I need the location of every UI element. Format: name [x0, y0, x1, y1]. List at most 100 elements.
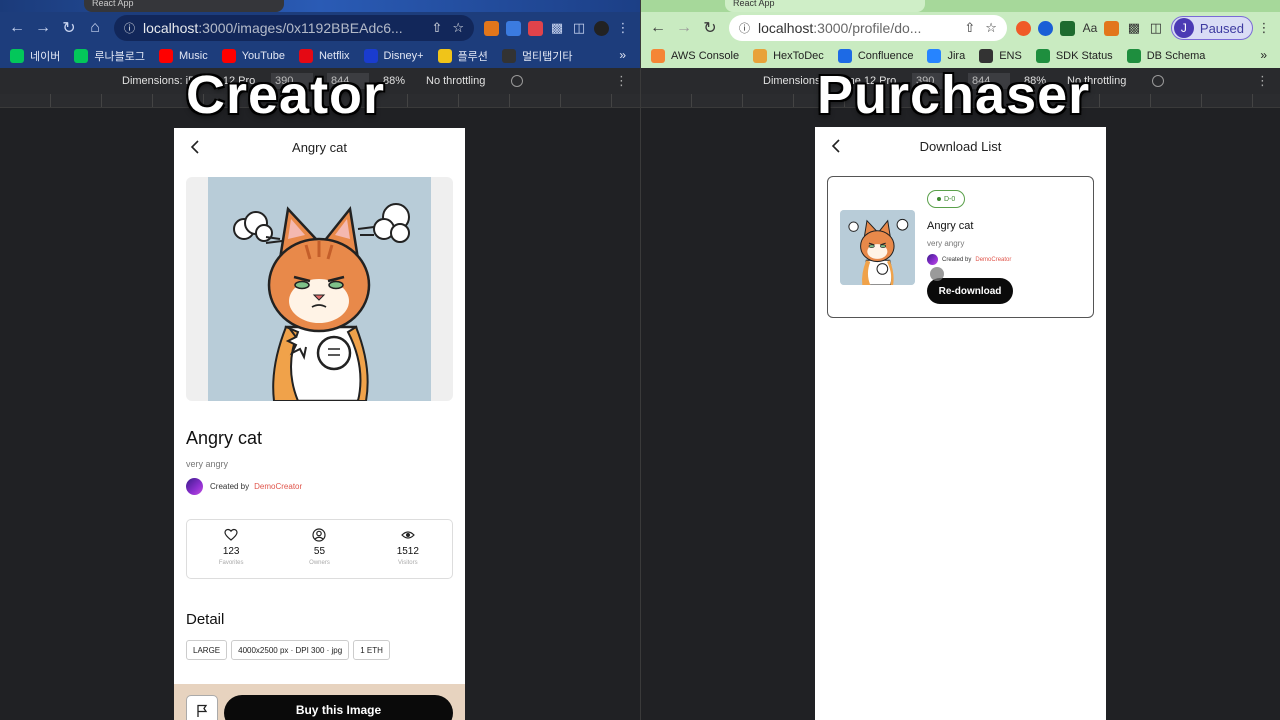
- metamask-icon[interactable]: [1101, 17, 1123, 39]
- password-manager-icon[interactable]: [1035, 17, 1057, 39]
- bookmarks-overflow-icon[interactable]: »: [1260, 48, 1267, 62]
- share-icon[interactable]: ⇧: [431, 20, 442, 36]
- metamask-icon[interactable]: [480, 17, 502, 39]
- back-chevron-icon[interactable]: [829, 137, 843, 155]
- creator-name-link[interactable]: DemoCreator: [254, 482, 302, 491]
- bookmark-item[interactable]: 멀티탭기타: [501, 48, 573, 64]
- bookmark-item[interactable]: Music: [158, 49, 208, 63]
- puzzle-icon[interactable]: ▩: [1123, 17, 1145, 39]
- profile-avatar-icon[interactable]: [590, 17, 612, 39]
- reload-icon[interactable]: ↻: [56, 15, 82, 41]
- page-title: Download List: [919, 138, 1002, 154]
- reload-icon[interactable]: ↻: [697, 15, 723, 41]
- item-thumbnail[interactable]: [840, 210, 915, 285]
- stat-visitors[interactable]: 1512 Visitors: [364, 520, 452, 578]
- stat-value: 123: [222, 546, 240, 557]
- devtools-menu-icon[interactable]: ⋮: [1256, 73, 1269, 89]
- bookmark-item[interactable]: AWS Console: [651, 49, 739, 63]
- url-host: localhost: [143, 20, 199, 36]
- flag-icon: [197, 704, 208, 717]
- extension-blue-icon[interactable]: [502, 17, 524, 39]
- tab-strip: React App: [641, 0, 1280, 12]
- bookmark-item[interactable]: 플루션: [437, 48, 488, 64]
- kebab-menu-icon[interactable]: ⋮: [612, 17, 634, 39]
- browser-toolbar: ← → ↻ ⌂ ⓘ localhost:3000/images/0x1192BB…: [0, 12, 640, 44]
- image-preview: [186, 177, 453, 401]
- mouse-cursor: [930, 267, 944, 281]
- image-stats: 123 Favorites 55 Owners 1512 Visitors: [186, 519, 453, 579]
- rotate-icon[interactable]: [1152, 75, 1164, 87]
- creator-avatar[interactable]: [186, 478, 203, 495]
- browser-toolbar: ← → ↻ ⓘ localhost:3000/profile/do... ⇧ ☆…: [641, 12, 1280, 44]
- creator-avatar[interactable]: [927, 254, 938, 265]
- info-icon[interactable]: ⓘ: [739, 20, 750, 36]
- re-download-button[interactable]: Re-download: [927, 278, 1013, 304]
- zoom-select[interactable]: 88%: [383, 75, 405, 87]
- size-chip[interactable]: LARGE: [186, 640, 228, 660]
- forward-arrow-icon[interactable]: →: [671, 15, 697, 41]
- sidebar-icon[interactable]: ◫: [568, 17, 590, 39]
- puzzle-icon[interactable]: ▩: [546, 17, 568, 39]
- detail-heading: Detail: [186, 611, 225, 628]
- address-bar[interactable]: ⓘ localhost:3000/profile/do... ⇧ ☆: [729, 15, 1007, 41]
- star-icon[interactable]: ☆: [985, 20, 997, 36]
- bookmark-icon: [298, 49, 313, 63]
- report-button[interactable]: [186, 695, 218, 720]
- back-arrow-icon[interactable]: ←: [645, 15, 671, 41]
- devtools-menu-icon[interactable]: ⋮: [615, 73, 628, 89]
- rotate-icon[interactable]: [511, 75, 523, 87]
- stat-label: Owners: [309, 560, 330, 566]
- eye-icon: [400, 531, 415, 539]
- info-icon[interactable]: ⓘ: [124, 20, 135, 36]
- creator-name-link[interactable]: DemoCreator: [975, 257, 1011, 263]
- back-chevron-icon[interactable]: [188, 138, 202, 156]
- tab-strip: React App: [0, 0, 640, 12]
- bookmark-item[interactable]: 네이버: [10, 48, 60, 64]
- bookmark-icon: [1126, 49, 1141, 63]
- bookmark-item[interactable]: YouTube: [221, 49, 285, 63]
- bookmark-icon: [753, 49, 768, 63]
- bookmark-item[interactable]: Confluence: [837, 49, 913, 63]
- throttling-select[interactable]: No throttling: [426, 75, 485, 87]
- stat-label: Visitors: [398, 560, 418, 566]
- extension-red-icon[interactable]: [524, 17, 546, 39]
- star-icon[interactable]: ☆: [452, 20, 464, 36]
- brave-icon[interactable]: [1013, 17, 1035, 39]
- profile-avatar: J: [1173, 18, 1194, 38]
- bookmark-item[interactable]: Netflix: [298, 49, 350, 63]
- bookmark-item[interactable]: DB Schema: [1126, 49, 1205, 63]
- sidebar-icon[interactable]: ◫: [1145, 17, 1167, 39]
- browser-tab[interactable]: React App: [725, 0, 925, 12]
- bookmark-item[interactable]: Disney+: [363, 49, 424, 63]
- stat-favorites[interactable]: 123 Favorites: [187, 520, 275, 578]
- bookmarks-overflow-icon[interactable]: »: [619, 48, 626, 62]
- home-icon[interactable]: ⌂: [82, 15, 108, 41]
- forward-arrow-icon[interactable]: →: [30, 15, 56, 41]
- bookmark-item[interactable]: Jira: [927, 49, 965, 63]
- bookmark-item[interactable]: 루나블로그: [74, 48, 145, 64]
- purchaser-browser-window: React App ← → ↻ ⓘ localhost:3000/profile…: [640, 0, 1280, 720]
- creator-info: Created by DemoCreator: [186, 478, 302, 495]
- item-description: very angry: [927, 239, 965, 248]
- dictionary-icon[interactable]: Aa: [1079, 17, 1101, 39]
- bookmark-item[interactable]: HexToDec: [753, 49, 824, 63]
- detail-chips: LARGE 4000x2500 px · DPI 300 · jpg 1 ETH: [186, 640, 394, 660]
- kebab-menu-icon[interactable]: ⋮: [1253, 17, 1275, 39]
- bookmark-item[interactable]: ENS: [979, 49, 1022, 63]
- back-arrow-icon[interactable]: ←: [4, 15, 30, 41]
- url-path: :3000/images/0x1192BBEAdc6...: [198, 20, 403, 36]
- profile-paused-button[interactable]: J Paused: [1170, 16, 1253, 40]
- address-bar[interactable]: ⓘ localhost:3000/images/0x1192BBEAdc6...…: [114, 15, 474, 41]
- item-title[interactable]: Angry cat: [927, 220, 973, 232]
- bookmark-item[interactable]: SDK Status: [1035, 49, 1113, 63]
- bookmark-icon: [437, 49, 452, 63]
- page-header: Angry cat: [174, 128, 465, 166]
- image-description: very angry: [186, 459, 229, 469]
- days-left-badge: D-0: [927, 190, 966, 208]
- bottom-action-bar: Buy this Image: [174, 684, 465, 720]
- stat-owners[interactable]: 55 Owners: [275, 520, 363, 578]
- browser-tab[interactable]: React App: [84, 0, 284, 12]
- buy-image-button[interactable]: Buy this Image: [224, 695, 453, 720]
- extension-green-icon[interactable]: [1057, 17, 1079, 39]
- share-icon[interactable]: ⇧: [964, 20, 975, 36]
